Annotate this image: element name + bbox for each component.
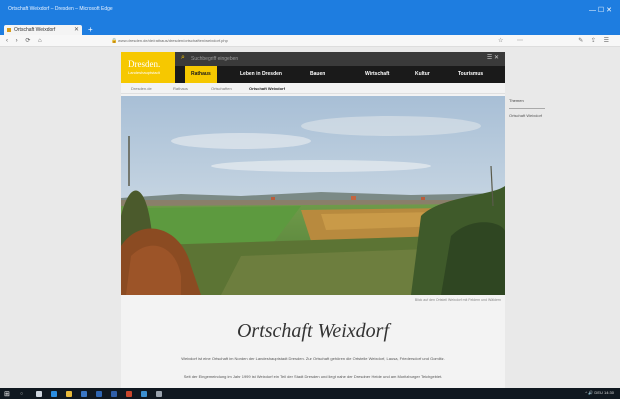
breadcrumb-item[interactable]: Rathaus bbox=[173, 86, 188, 91]
system-tray[interactable]: ^ 🔊 DEU 14:30 bbox=[585, 390, 614, 395]
close-tab-icon[interactable]: ✕ bbox=[74, 26, 79, 33]
url-field[interactable]: www.dresden.de/de/rathaus/dresden/ortsch… bbox=[118, 38, 228, 43]
photo-caption: Blick auf den Ortsteil Weixdorf mit Feld… bbox=[414, 298, 501, 302]
taskbar: ⊞ ○ ^ 🔊 DEU 14:30 bbox=[0, 388, 620, 399]
search-icon[interactable]: ○ bbox=[20, 391, 23, 397]
page-viewport: Dresden. Landeshauptstadt ⌕ Suchbegriff … bbox=[0, 47, 620, 388]
explorer-icon[interactable] bbox=[64, 389, 74, 398]
nav-item-leben[interactable]: Leben in Dresden bbox=[240, 71, 282, 77]
word-icon[interactable] bbox=[109, 389, 119, 398]
side-panel-link[interactable]: Ortschaft Weixdorf bbox=[509, 113, 547, 119]
logo-name: Dresden. bbox=[128, 59, 161, 69]
menu-icon[interactable]: ☰ ✕ bbox=[487, 54, 499, 61]
tab-label: Ortschaft Weixdorf bbox=[14, 27, 56, 33]
nav-buttons[interactable]: ‹ › ⟳ ⌂ bbox=[6, 37, 45, 44]
favorite-icon[interactable]: ☆ ⋯ bbox=[498, 37, 529, 44]
page-title: Ortschaft Weixdorf bbox=[236, 320, 390, 342]
landscape-photo bbox=[121, 96, 505, 295]
main-navigation: Rathaus Leben in Dresden Bauen Wirtschaf… bbox=[175, 66, 505, 83]
website: Dresden. Landeshauptstadt ⌕ Suchbegriff … bbox=[121, 52, 505, 388]
site-favicon-icon bbox=[7, 28, 11, 32]
logo-subtitle: Landeshauptstadt bbox=[128, 70, 160, 75]
photos-icon[interactable] bbox=[139, 389, 149, 398]
window-title: Ortschaft Weixdorf – Dresden – Microsoft… bbox=[8, 6, 113, 12]
nav-item-rathaus[interactable]: Rathaus bbox=[185, 66, 217, 83]
window-titlebar: Ortschaft Weixdorf – Dresden – Microsoft… bbox=[0, 0, 620, 24]
edge-icon[interactable] bbox=[49, 389, 59, 398]
divider bbox=[509, 108, 545, 109]
site-search[interactable]: ⌕ Suchbegriff eingeben ☰ ✕ bbox=[175, 52, 505, 66]
lock-icon[interactable]: 🔒 bbox=[111, 38, 117, 44]
dresden-logo[interactable]: Dresden. Landeshauptstadt bbox=[121, 52, 175, 83]
breadcrumb-item[interactable]: Dresden.de bbox=[131, 86, 152, 91]
breadcrumb-current: Ortschaft Weixdorf bbox=[249, 86, 285, 91]
body-paragraph: Seit der Eingemeindung im Jahr 1999 ist … bbox=[183, 374, 443, 379]
breadcrumb-item[interactable]: Ortschaften bbox=[211, 86, 232, 91]
start-icon[interactable]: ⊞ bbox=[4, 390, 10, 398]
browser-tools[interactable]: ✎ ⇪ ☰ bbox=[578, 37, 612, 44]
task-view-icon[interactable] bbox=[34, 389, 44, 398]
nav-item-tourismus[interactable]: Tourismus bbox=[458, 71, 483, 77]
landscape-image bbox=[121, 96, 505, 295]
search-icon[interactable]: ⌕ bbox=[181, 54, 185, 62]
intro-paragraph: Weixdorf ist eine Ortschaft im Norden de… bbox=[181, 356, 445, 361]
search-input[interactable]: Suchbegriff eingeben bbox=[191, 56, 238, 62]
new-tab-button[interactable]: + bbox=[88, 25, 93, 34]
tab-strip: Ortschaft Weixdorf ✕ + bbox=[0, 24, 620, 35]
mail-icon[interactable] bbox=[94, 389, 104, 398]
site-header: Dresden. Landeshauptstadt ⌕ Suchbegriff … bbox=[121, 52, 505, 83]
taskbar-apps bbox=[34, 389, 164, 398]
settings-icon[interactable] bbox=[154, 389, 164, 398]
nav-item-bauen[interactable]: Bauen bbox=[310, 71, 325, 77]
side-panel-title: Themen bbox=[509, 98, 524, 103]
nav-item-kultur[interactable]: Kultur bbox=[415, 71, 430, 77]
browser-tab[interactable]: Ortschaft Weixdorf ✕ bbox=[4, 25, 82, 35]
window-controls[interactable]: — ☐ ✕ bbox=[589, 6, 612, 14]
powerpoint-icon[interactable] bbox=[124, 389, 134, 398]
nav-item-wirtschaft[interactable]: Wirtschaft bbox=[365, 71, 389, 77]
breadcrumb: Dresden.de Rathaus Ortschaften Ortschaft… bbox=[121, 83, 505, 94]
store-icon[interactable] bbox=[79, 389, 89, 398]
side-panel: Themen Ortschaft Weixdorf bbox=[509, 98, 547, 119]
address-bar-row: ‹ › ⟳ ⌂ 🔒 www.dresden.de/de/rathaus/dres… bbox=[0, 35, 620, 47]
